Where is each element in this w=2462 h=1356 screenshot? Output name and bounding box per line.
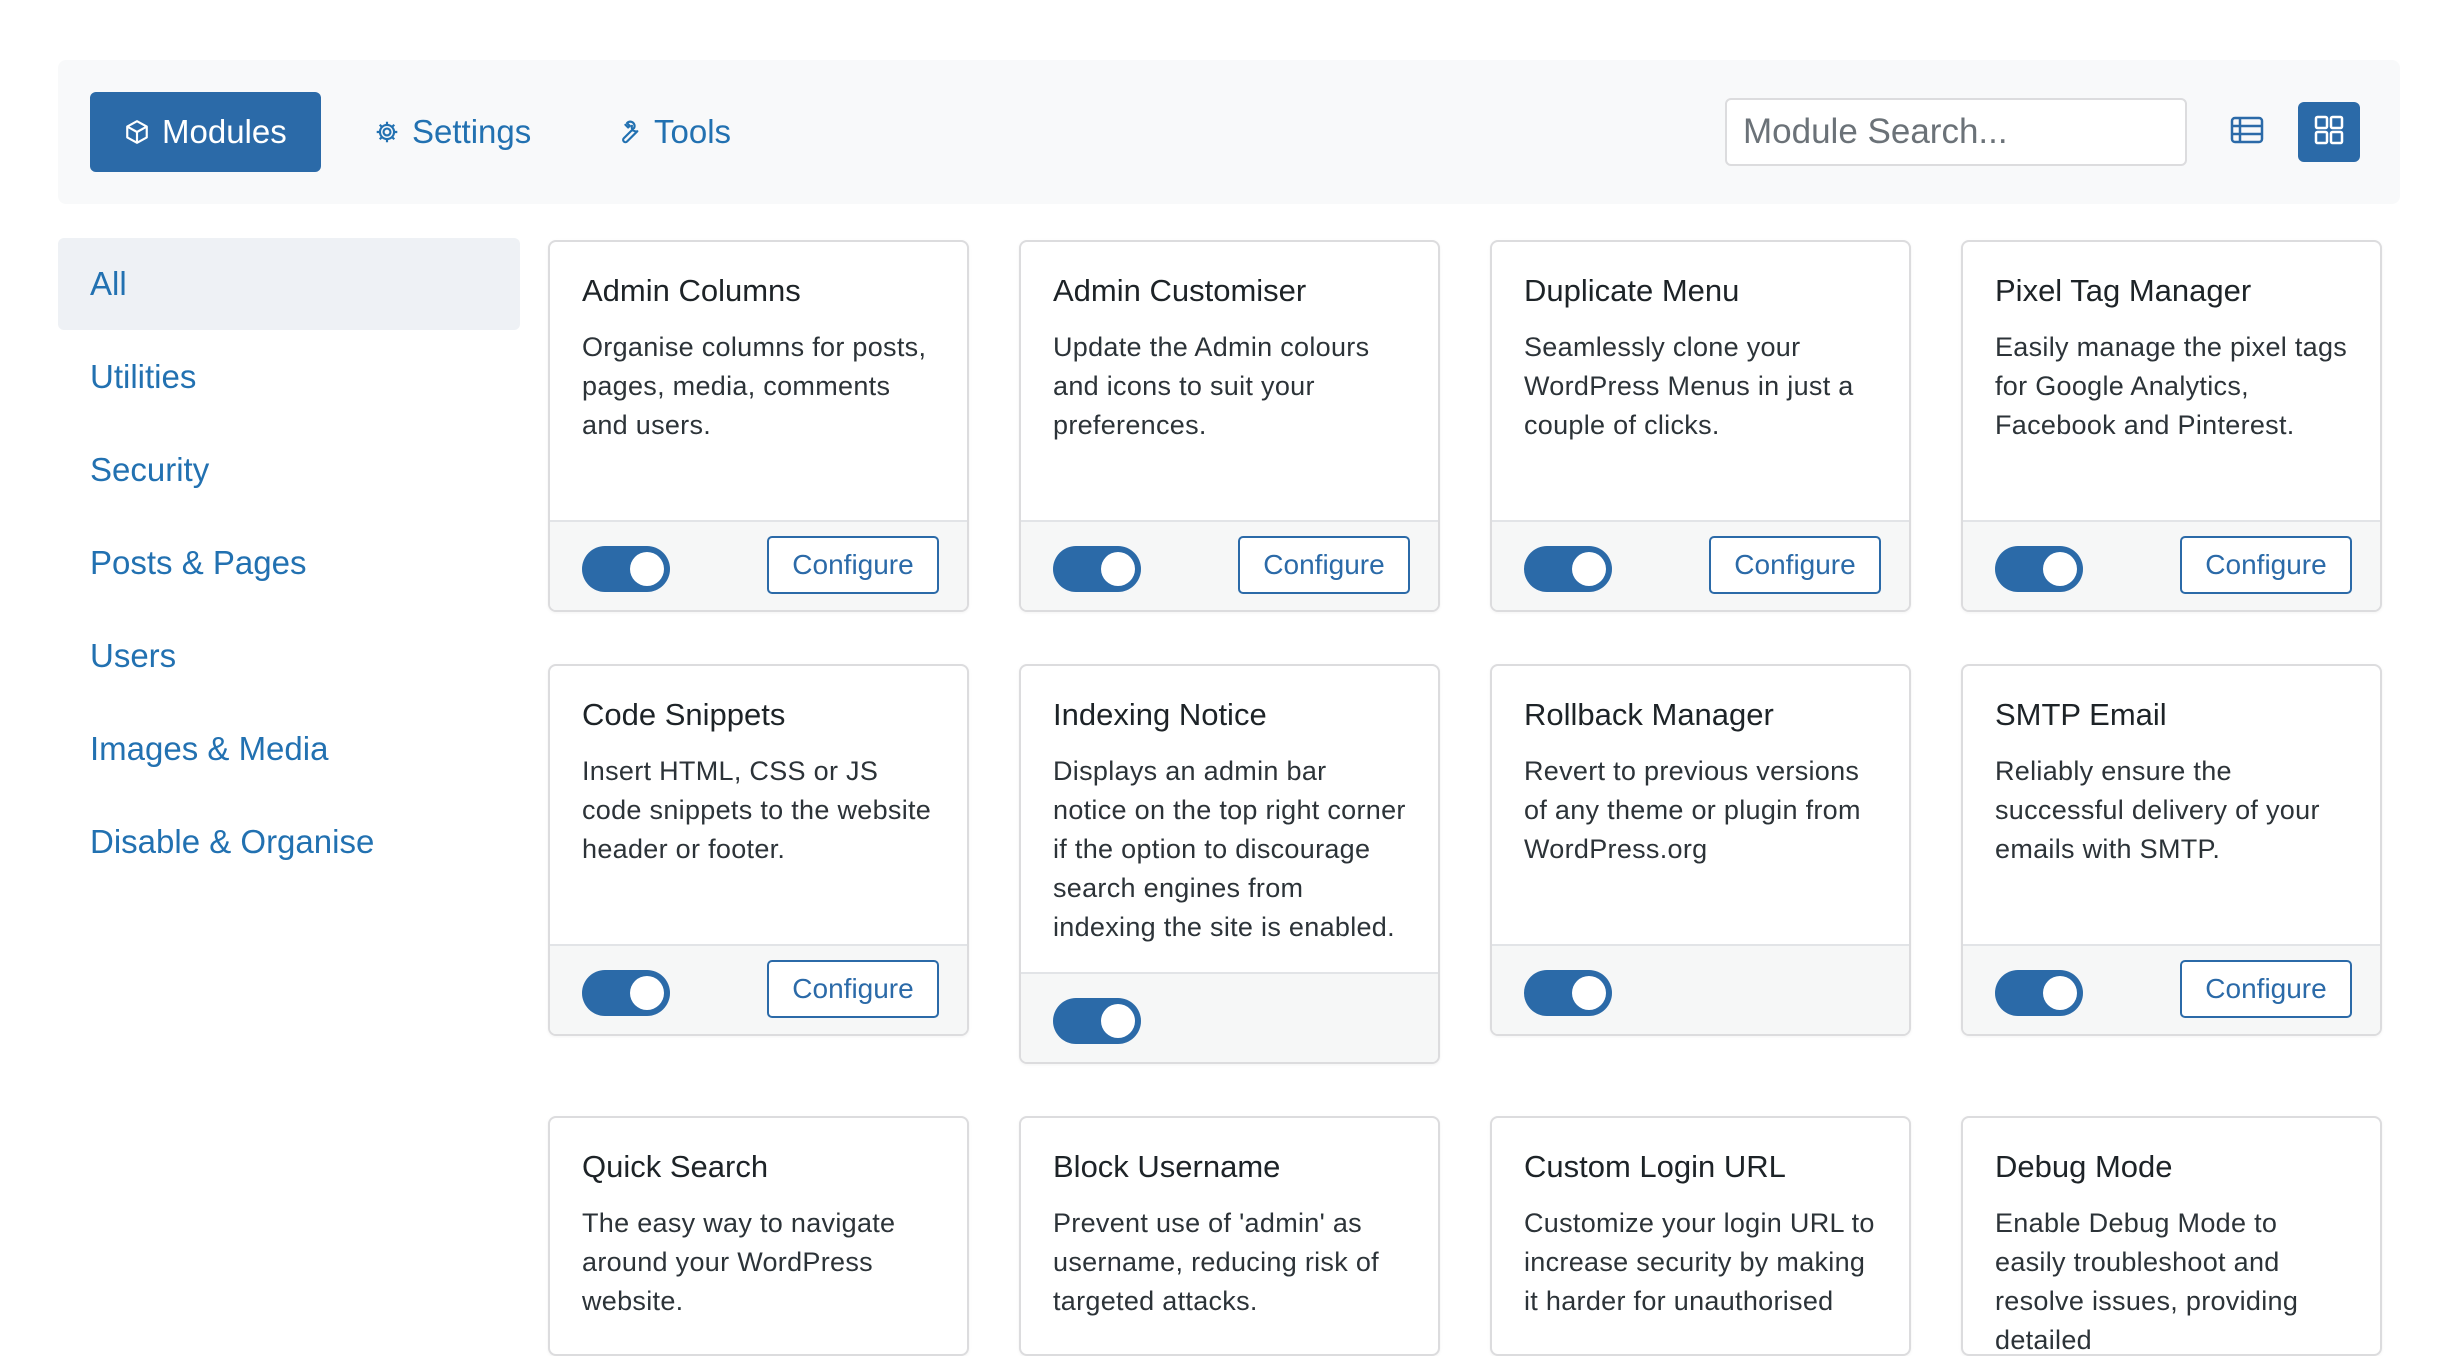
configure-button[interactable]: Configure <box>1238 536 1410 594</box>
module-title: Code Snippets <box>582 697 786 732</box>
module-toggle[interactable] <box>1053 546 1141 592</box>
configure-button[interactable]: Configure <box>767 960 939 1018</box>
module-footer: Configure <box>550 944 967 1034</box>
module-toggle[interactable] <box>582 546 670 592</box>
module-card-quick-search: Quick Search The easy way to navigate ar… <box>548 1116 969 1356</box>
category-sidebar: All Utilities Security Posts & Pages Use… <box>58 238 520 889</box>
module-description: Prevent use of 'admin' as username, redu… <box>1053 1208 1379 1316</box>
module-description: Customize your login URL to increase sec… <box>1524 1208 1875 1316</box>
module-title: Admin Columns <box>582 273 801 308</box>
gear-icon <box>374 119 400 145</box>
configure-button[interactable]: Configure <box>2180 960 2352 1018</box>
module-card-admin-customiser: Admin Customiser Update the Admin colour… <box>1019 240 1440 612</box>
module-title: Indexing Notice <box>1053 697 1267 732</box>
sidebar-item-images-media[interactable]: Images & Media <box>58 703 520 795</box>
configure-button[interactable]: Configure <box>767 536 939 594</box>
module-card-block-username: Block Username Prevent use of 'admin' as… <box>1019 1116 1440 1356</box>
wrench-icon <box>616 119 642 145</box>
sidebar-item-posts-pages[interactable]: Posts & Pages <box>58 517 520 609</box>
module-description: Displays an admin bar notice on the top … <box>1053 756 1406 942</box>
module-card-code-snippets: Code Snippets Insert HTML, CSS or JS cod… <box>548 664 969 1036</box>
toggle-knob <box>1101 1004 1135 1038</box>
module-title: Quick Search <box>582 1149 769 1184</box>
tab-label: Settings <box>412 113 532 150</box>
cube-icon <box>124 119 150 145</box>
toggle-knob <box>1572 976 1606 1010</box>
tab-label: Tools <box>654 113 732 150</box>
module-card-pixel-tag-manager: Pixel Tag Manager Easily manage the pixe… <box>1961 240 2382 612</box>
module-description: Revert to previous versions of any theme… <box>1524 756 1861 864</box>
module-card-admin-columns: Admin Columns Organise columns for posts… <box>548 240 969 612</box>
module-title: Rollback Manager <box>1524 697 1774 732</box>
module-footer: Configure <box>1021 520 1438 610</box>
module-footer <box>1492 944 1909 1034</box>
module-title: SMTP Email <box>1995 697 2167 732</box>
grid-view-button[interactable] <box>2298 102 2360 162</box>
module-card-duplicate-menu: Duplicate Menu Seamlessly clone your Wor… <box>1490 240 1911 612</box>
module-toggle[interactable] <box>582 970 670 1016</box>
configure-button[interactable]: Configure <box>2180 536 2352 594</box>
module-toggle[interactable] <box>1524 546 1612 592</box>
module-footer <box>1021 972 1438 1062</box>
module-footer: Configure <box>1963 520 2380 610</box>
module-footer: Configure <box>550 520 967 610</box>
module-search-input[interactable] <box>1725 98 2187 166</box>
sidebar-item-users[interactable]: Users <box>58 610 520 702</box>
list-view-button[interactable] <box>2216 102 2278 162</box>
module-toggle[interactable] <box>1053 998 1141 1044</box>
sidebar-item-utilities[interactable]: Utilities <box>58 331 520 423</box>
module-title: Admin Customiser <box>1053 273 1307 308</box>
toggle-knob <box>1572 552 1606 586</box>
module-description: The easy way to navigate around your Wor… <box>582 1208 896 1316</box>
grid-icon <box>2313 114 2345 151</box>
toggle-knob <box>2043 976 2077 1010</box>
module-toggle[interactable] <box>1524 970 1612 1016</box>
module-toggle[interactable] <box>1995 970 2083 1016</box>
tab-settings[interactable]: Settings <box>374 92 531 172</box>
module-description: Seamlessly clone your WordPress Menus in… <box>1524 332 1854 440</box>
module-description: Reliably ensure the successful delivery … <box>1995 756 2320 864</box>
tab-label: Modules <box>162 113 287 150</box>
module-title: Pixel Tag Manager <box>1995 273 2252 308</box>
module-footer: Configure <box>1963 944 2380 1034</box>
module-card-custom-login-url: Custom Login URL Customize your login UR… <box>1490 1116 1911 1356</box>
sidebar-item-disable-organise[interactable]: Disable & Organise <box>58 796 520 888</box>
configure-button[interactable]: Configure <box>1709 536 1881 594</box>
module-title: Custom Login URL <box>1524 1149 1786 1184</box>
module-footer: Configure <box>1492 520 1909 610</box>
module-description: Easily manage the pixel tags for Google … <box>1995 332 2348 440</box>
sidebar-item-all[interactable]: All <box>58 238 520 330</box>
module-card-smtp-email: SMTP Email Reliably ensure the successfu… <box>1961 664 2382 1036</box>
module-card-indexing-notice: Indexing Notice Displays an admin bar no… <box>1019 664 1440 1064</box>
module-card-debug-mode: Debug Mode Enable Debug Mode to easily t… <box>1961 1116 2382 1356</box>
toggle-knob <box>630 552 664 586</box>
tab-tools[interactable]: Tools <box>616 92 731 172</box>
module-toggle[interactable] <box>1995 546 2083 592</box>
module-description: Update the Admin colours and icons to su… <box>1053 332 1370 440</box>
sidebar-item-security[interactable]: Security <box>58 424 520 516</box>
module-title: Duplicate Menu <box>1524 273 1740 308</box>
tab-modules[interactable]: Modules <box>90 92 321 172</box>
list-icon <box>2230 115 2264 150</box>
module-description: Organise columns for posts, pages, media… <box>582 332 927 440</box>
toggle-knob <box>1101 552 1135 586</box>
module-card-rollback-manager: Rollback Manager Revert to previous vers… <box>1490 664 1911 1036</box>
module-description: Enable Debug Mode to easily troubleshoot… <box>1995 1208 2299 1355</box>
toggle-knob <box>630 976 664 1010</box>
module-description: Insert HTML, CSS or JS code snippets to … <box>582 756 932 864</box>
top-toolbar: Modules Settings Tools <box>58 60 2400 204</box>
module-title: Block Username <box>1053 1149 1281 1184</box>
toggle-knob <box>2043 552 2077 586</box>
module-title: Debug Mode <box>1995 1149 2173 1184</box>
